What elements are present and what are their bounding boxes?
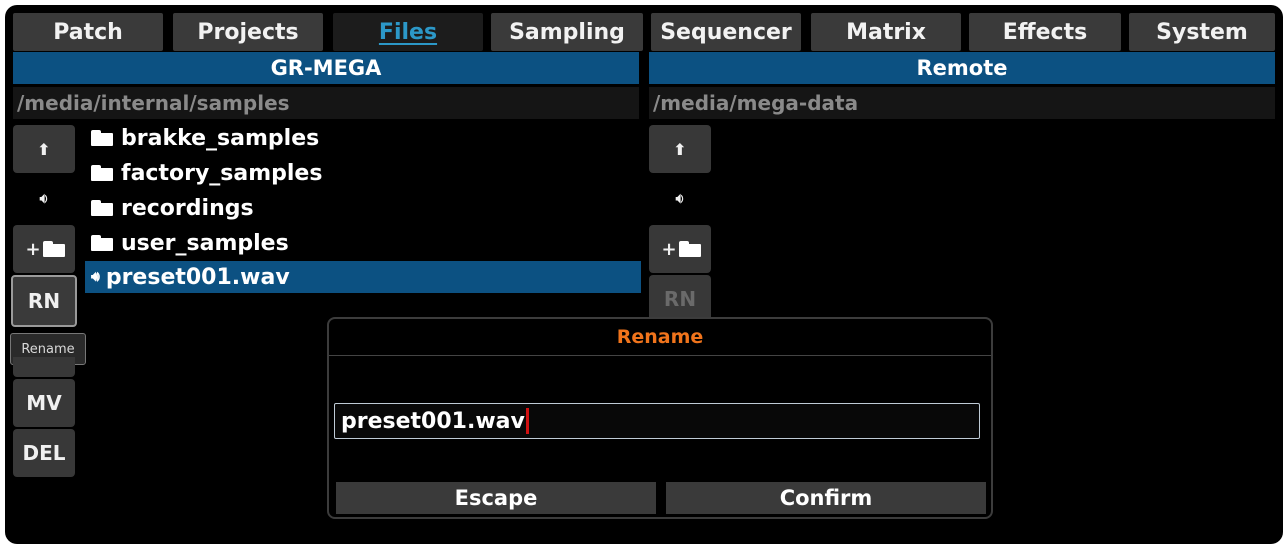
- list-item-selected[interactable]: 🔊︎ preset001.wav: [85, 261, 641, 293]
- speaker-icon: 🔉︎: [675, 191, 685, 207]
- file-name: factory_samples: [121, 160, 323, 186]
- right-new-folder-button[interactable]: +: [649, 225, 711, 273]
- left-preview-button[interactable]: 🔉︎: [13, 175, 75, 223]
- dialog-title: Rename: [329, 319, 991, 356]
- folder-icon: [91, 165, 113, 181]
- list-item[interactable]: brakke_samples: [85, 121, 641, 155]
- new-folder-icon: +: [25, 239, 65, 260]
- tab-effects[interactable]: Effects: [969, 13, 1121, 51]
- tab-patch[interactable]: Patch: [13, 13, 163, 51]
- up-arrow-icon: ⬆: [673, 139, 687, 159]
- tab-bar: Patch Projects Files Sampling Sequencer …: [13, 13, 1275, 51]
- tab-matrix[interactable]: Matrix: [811, 13, 961, 51]
- folder-icon: [91, 200, 113, 216]
- left-delete-button[interactable]: DEL: [13, 429, 75, 477]
- left-move-button[interactable]: MV: [13, 379, 75, 427]
- escape-button[interactable]: Escape: [336, 482, 656, 514]
- left-hidden-button[interactable]: [13, 357, 75, 377]
- right-preview-button[interactable]: 🔉︎: [649, 175, 711, 223]
- file-name: brakke_samples: [121, 125, 320, 151]
- right-rename-button[interactable]: RN: [649, 275, 711, 323]
- left-up-button[interactable]: ⬆: [13, 125, 75, 173]
- rename-dialog: Rename preset001.wav Escape Confirm: [327, 317, 993, 519]
- file-name: preset001.wav: [105, 264, 290, 290]
- folder-icon: [91, 235, 113, 251]
- file-name: recordings: [121, 195, 254, 221]
- right-panel-title: Remote: [649, 52, 1275, 84]
- new-folder-icon: +: [661, 239, 701, 260]
- left-panel-title: GR-MEGA: [13, 52, 639, 84]
- confirm-button[interactable]: Confirm: [666, 482, 986, 514]
- folder-icon: [91, 130, 113, 146]
- text-caret: [525, 408, 529, 434]
- list-item[interactable]: factory_samples: [85, 156, 641, 190]
- app-screen: Patch Projects Files Sampling Sequencer …: [5, 5, 1283, 544]
- tab-files[interactable]: Files: [333, 13, 483, 51]
- rename-input-value: preset001.wav: [341, 408, 525, 434]
- tab-projects[interactable]: Projects: [173, 13, 323, 51]
- speaker-icon: 🔉︎: [39, 191, 49, 207]
- right-path-bar: /media/mega-data: [649, 87, 1275, 119]
- tab-system[interactable]: System: [1129, 13, 1275, 51]
- file-name: user_samples: [121, 230, 289, 256]
- list-item[interactable]: user_samples: [85, 226, 641, 260]
- left-new-folder-button[interactable]: +: [13, 225, 75, 273]
- tab-sampling[interactable]: Sampling: [491, 13, 643, 51]
- left-path-bar: /media/internal/samples: [13, 87, 639, 119]
- up-arrow-icon: ⬆: [37, 139, 51, 159]
- right-up-button[interactable]: ⬆: [649, 125, 711, 173]
- left-rename-button[interactable]: RN: [11, 275, 77, 327]
- audio-file-icon: 🔊︎: [91, 269, 100, 285]
- rename-input[interactable]: preset001.wav: [334, 403, 980, 439]
- tab-sequencer[interactable]: Sequencer: [651, 13, 801, 51]
- list-item[interactable]: recordings: [85, 191, 641, 225]
